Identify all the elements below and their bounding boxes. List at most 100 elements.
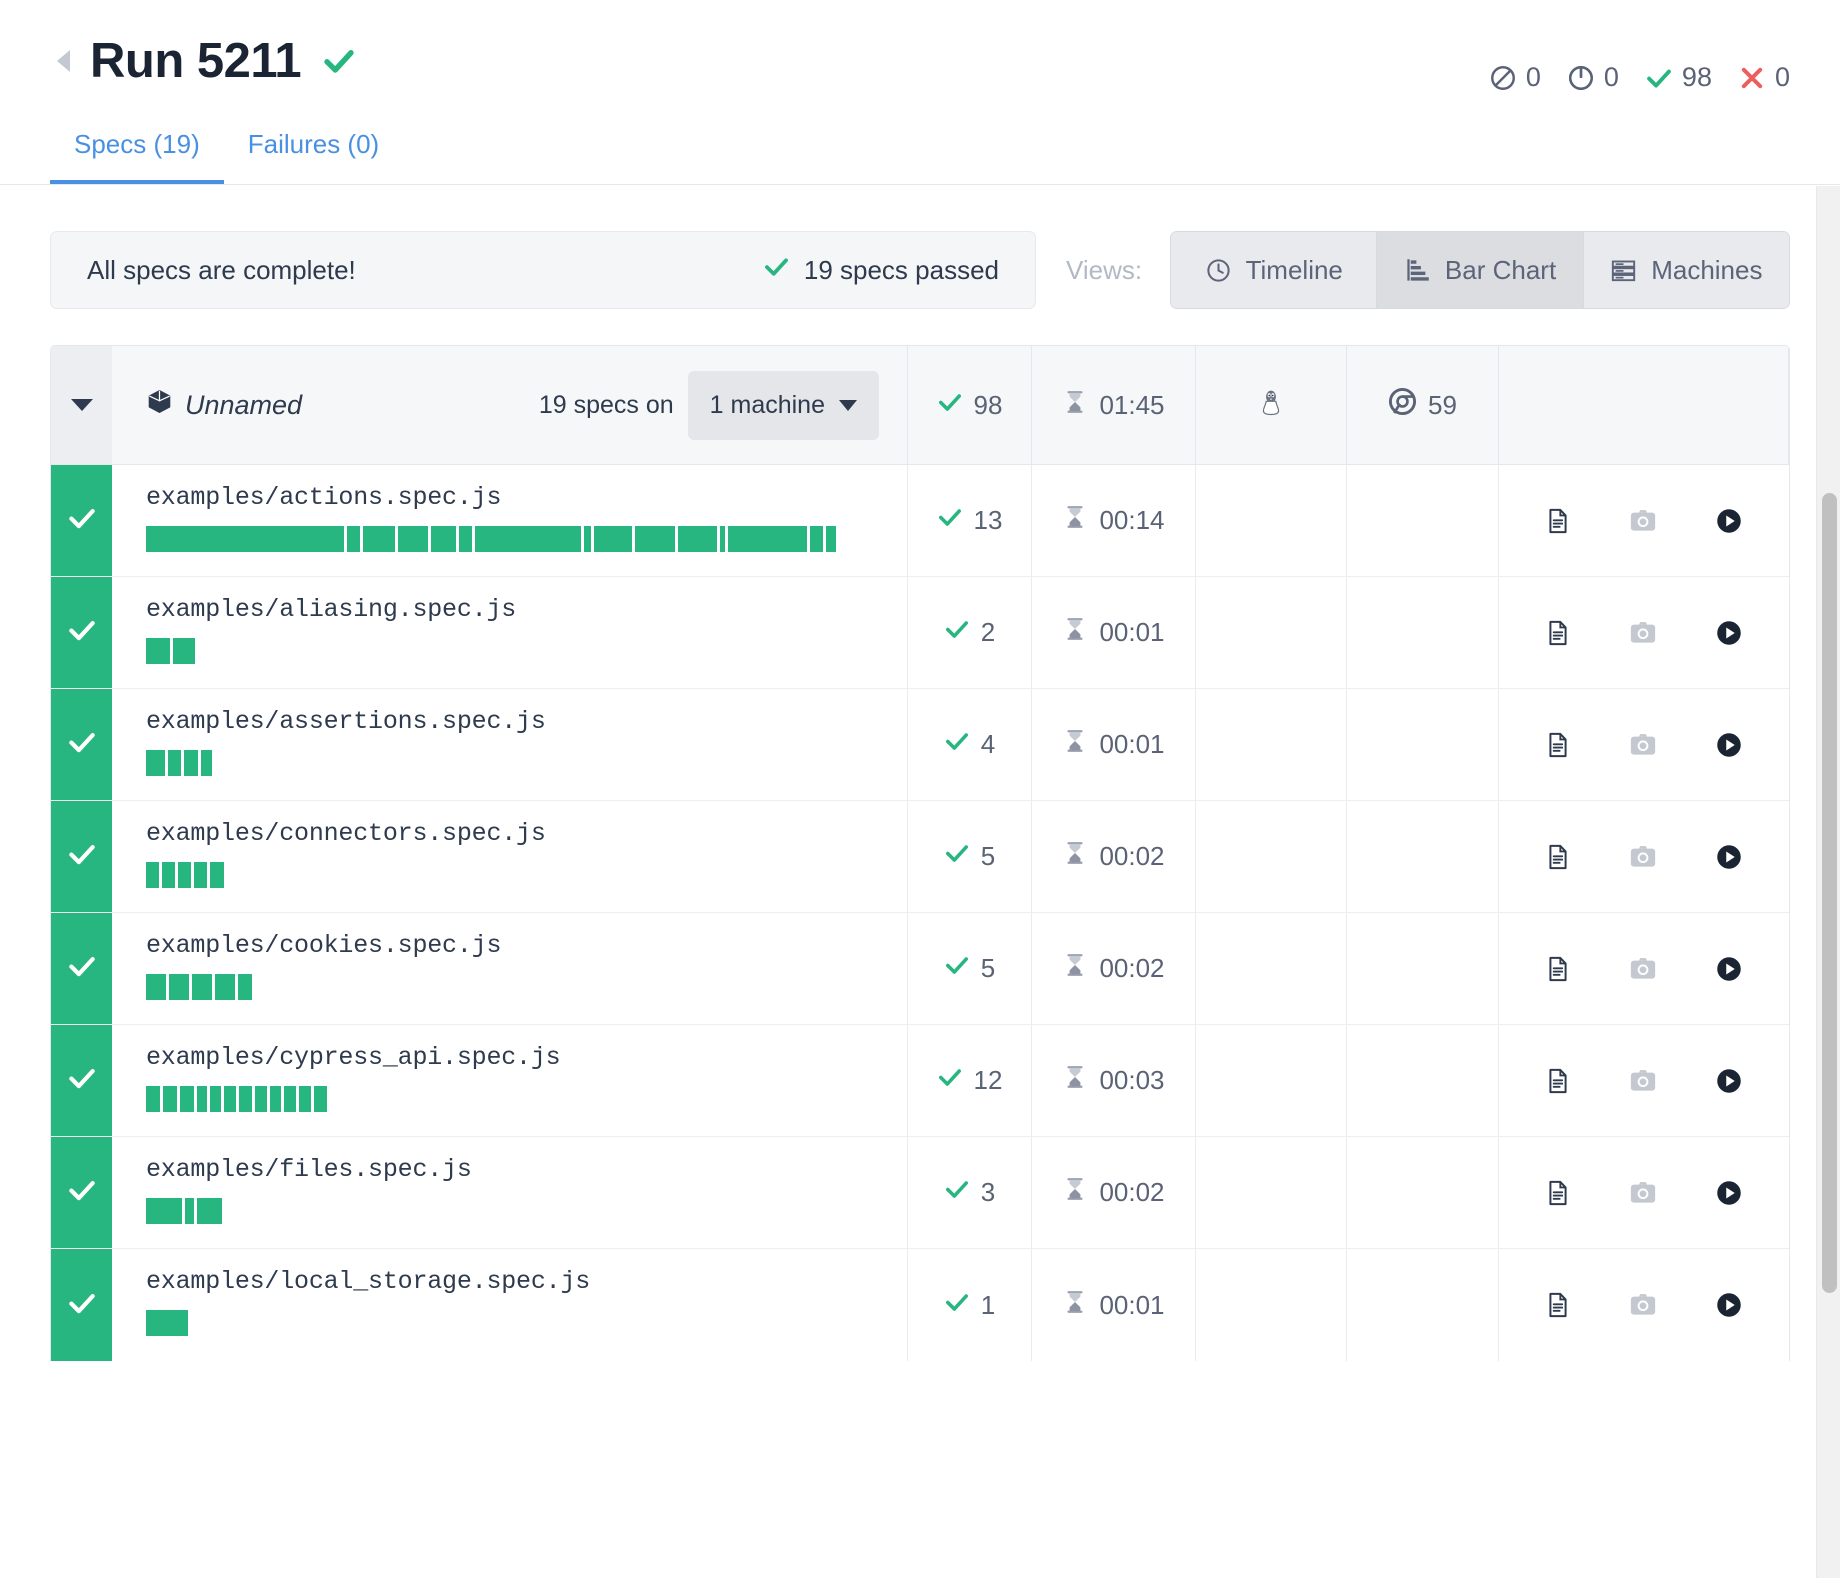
spec-status-indicator (51, 689, 112, 800)
spec-os-cell (1196, 465, 1347, 576)
tab-failures[interactable]: Failures (0) (224, 117, 403, 184)
group-name-label: Unnamed (185, 390, 302, 421)
check-icon (944, 616, 970, 649)
camera-icon[interactable] (1628, 1066, 1658, 1096)
group-duration-cell: 01:45 (1032, 346, 1196, 464)
scrollbar-thumb[interactable] (1822, 493, 1837, 1293)
spec-main: examples/cypress_api.spec.js (112, 1025, 908, 1136)
spec-test-segment (180, 1086, 194, 1112)
view-timeline-button[interactable]: Timeline (1171, 232, 1377, 308)
spec-test-segment (299, 1086, 311, 1112)
spec-duration-value: 00:02 (1099, 1177, 1164, 1208)
spec-test-segment (146, 638, 170, 664)
check-icon (67, 727, 97, 762)
failed-icon (1738, 64, 1766, 92)
tab-bar: Specs (19) Failures (0) (50, 117, 403, 184)
camera-icon[interactable] (1628, 618, 1658, 648)
document-icon[interactable] (1544, 843, 1572, 871)
check-icon (67, 951, 97, 986)
camera-icon[interactable] (1628, 506, 1658, 536)
hourglass-icon (1062, 1064, 1088, 1097)
passed-summary-label: 19 specs passed (804, 255, 999, 286)
table-row[interactable]: examples/aliasing.spec.js200:01 (51, 577, 1789, 689)
spec-test-segment (169, 974, 189, 1000)
play-icon[interactable] (1714, 730, 1744, 760)
document-icon[interactable] (1544, 619, 1572, 647)
spec-test-segment (238, 974, 252, 1000)
spec-passed-cell: 1 (908, 1249, 1032, 1361)
check-icon (937, 389, 963, 422)
spec-os-cell (1196, 689, 1347, 800)
vertical-scrollbar[interactable] (1816, 186, 1840, 1578)
view-machines-button[interactable]: Machines (1584, 232, 1789, 308)
play-icon[interactable] (1714, 1290, 1744, 1320)
bar-chart-icon (1404, 257, 1431, 284)
spec-browser-cell (1347, 1249, 1499, 1361)
machine-select[interactable]: 1 machine (688, 371, 879, 440)
spec-passed-cell: 3 (908, 1137, 1032, 1248)
table-row[interactable]: examples/assertions.spec.js400:01 (51, 689, 1789, 801)
server-icon (1610, 257, 1637, 284)
group-collapse-toggle[interactable] (51, 346, 112, 464)
spec-passed-cell: 13 (908, 465, 1032, 576)
group-browser-cell: 59 (1347, 346, 1499, 464)
play-icon[interactable] (1714, 618, 1744, 648)
document-icon[interactable] (1544, 731, 1572, 759)
spec-test-segment (146, 974, 166, 1000)
view-bar-chart-button[interactable]: Bar Chart (1377, 232, 1583, 308)
stat-skipped: 0 (1489, 62, 1541, 93)
spec-status-indicator (51, 801, 112, 912)
table-row[interactable]: examples/connectors.spec.js500:02 (51, 801, 1789, 913)
page-header: Run 5211 0 (0, 0, 1840, 185)
spec-test-segment (146, 750, 165, 776)
play-icon[interactable] (1714, 954, 1744, 984)
play-icon[interactable] (1714, 842, 1744, 872)
document-icon[interactable] (1544, 1067, 1572, 1095)
back-caret-icon[interactable] (50, 48, 76, 74)
spec-test-segment (178, 862, 191, 888)
check-icon (944, 1289, 970, 1322)
spec-passed-cell: 12 (908, 1025, 1032, 1136)
spec-passed-value: 5 (981, 953, 995, 984)
spec-name: examples/connectors.spec.js (146, 819, 907, 848)
spec-passed-value: 3 (981, 1177, 995, 1208)
spec-actions-cell (1499, 577, 1789, 688)
table-row[interactable]: examples/cookies.spec.js500:02 (51, 913, 1789, 1025)
spec-main: examples/actions.spec.js (112, 465, 908, 576)
camera-icon[interactable] (1628, 1290, 1658, 1320)
spec-passed-value: 1 (981, 1290, 995, 1321)
spec-name: examples/actions.spec.js (146, 483, 907, 512)
play-icon[interactable] (1714, 506, 1744, 536)
spec-passed-cell: 5 (908, 801, 1032, 912)
document-icon[interactable] (1544, 507, 1572, 535)
table-row[interactable]: examples/files.spec.js300:02 (51, 1137, 1789, 1249)
spec-status-indicator (51, 913, 112, 1024)
camera-icon[interactable] (1628, 730, 1658, 760)
stat-passed: 98 (1645, 62, 1712, 93)
table-row[interactable]: examples/actions.spec.js1300:14 (51, 465, 1789, 577)
spec-passed-value: 5 (981, 841, 995, 872)
spec-test-segment (163, 1086, 177, 1112)
camera-icon[interactable] (1628, 954, 1658, 984)
linux-icon (1254, 385, 1288, 426)
tab-specs[interactable]: Specs (19) (50, 117, 224, 184)
document-icon[interactable] (1544, 1291, 1572, 1319)
document-icon[interactable] (1544, 955, 1572, 983)
spec-test-segment (284, 1086, 296, 1112)
play-icon[interactable] (1714, 1066, 1744, 1096)
table-row[interactable]: examples/local_storage.spec.js100:01 (51, 1249, 1789, 1361)
spec-test-segment (192, 974, 212, 1000)
camera-icon[interactable] (1628, 842, 1658, 872)
spec-passed-value: 12 (974, 1065, 1003, 1096)
camera-icon[interactable] (1628, 1178, 1658, 1208)
table-row[interactable]: examples/cypress_api.spec.js1200:03 (51, 1025, 1789, 1137)
play-icon[interactable] (1714, 1178, 1744, 1208)
spec-test-segment (584, 526, 591, 552)
spec-test-segment (398, 526, 428, 552)
spec-actions-cell (1499, 1249, 1789, 1361)
spec-status-indicator (51, 1137, 112, 1248)
spec-test-segment (720, 526, 725, 552)
document-icon[interactable] (1544, 1179, 1572, 1207)
spec-name: examples/cookies.spec.js (146, 931, 907, 960)
spec-test-segment (239, 1086, 252, 1112)
